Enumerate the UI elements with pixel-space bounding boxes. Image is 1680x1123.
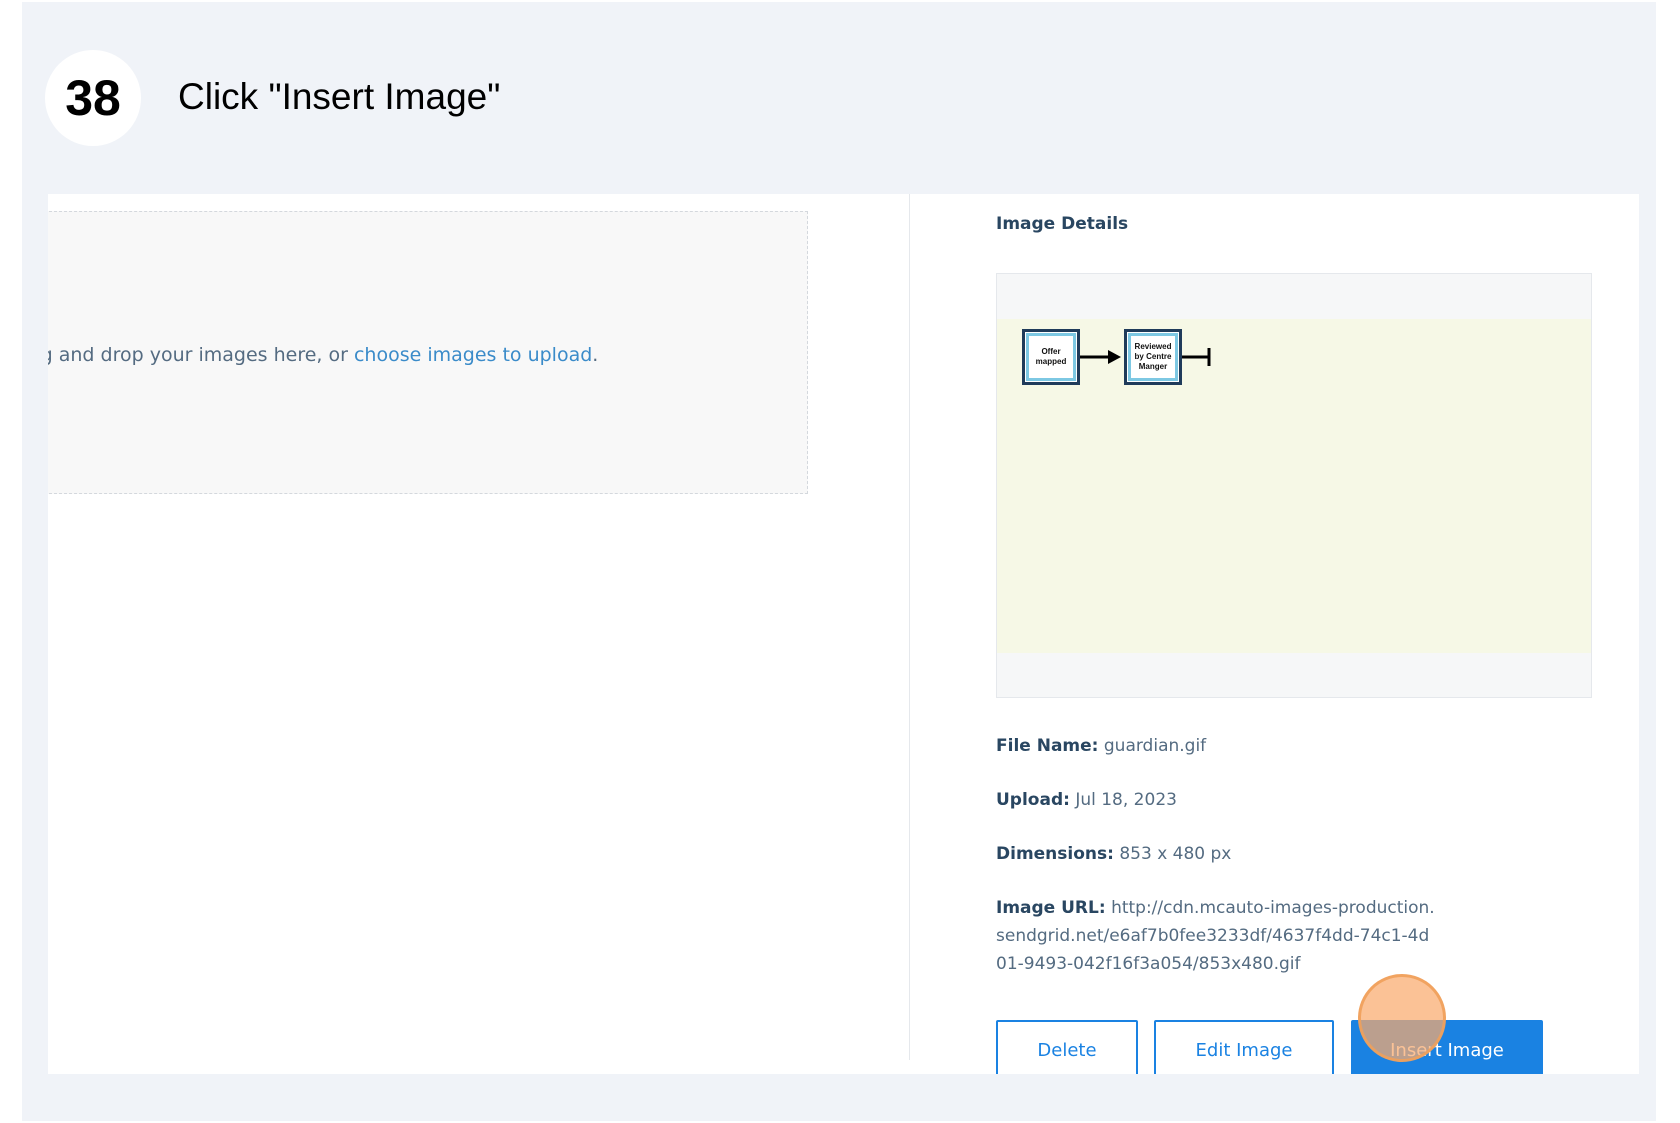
image-url-row: Image URL: http://cdn.mcauto-images-prod… (996, 894, 1436, 978)
edit-image-button[interactable]: Edit Image (1154, 1020, 1334, 1074)
flow-node-offer-mapped: Offer mapped (1022, 329, 1080, 385)
upload-dropzone[interactable]: ag and drop your images here, or choose … (48, 211, 808, 494)
flow-node-reviewed: Reviewed by Centre Manger (1124, 329, 1182, 385)
flow-end-connector-icon (1182, 348, 1211, 366)
upload-date-row: Upload: Jul 18, 2023 (996, 790, 1177, 810)
file-name-label: File Name: (996, 736, 1099, 756)
image-details-title: Image Details (996, 214, 1129, 234)
dropzone-text: ag and drop your images here, or choose … (48, 344, 598, 366)
upload-label: Upload: (996, 790, 1070, 810)
choose-images-link[interactable]: choose images to upload (354, 344, 592, 366)
flow-arrow-icon (1080, 350, 1121, 364)
insert-image-button[interactable]: Insert Image (1351, 1020, 1543, 1074)
dimensions-value: 853 x 480 px (1119, 844, 1232, 864)
dimensions-row: Dimensions: 853 x 480 px (996, 844, 1231, 864)
image-manager-screen: ag and drop your images here, or choose … (48, 194, 1639, 1074)
panel-divider (909, 194, 910, 1060)
preview-image: Offer mapped Reviewed by Centre Manger (997, 319, 1591, 653)
dropzone-period: . (592, 344, 599, 366)
image-url-label: Image URL: (996, 898, 1106, 918)
image-preview: Offer mapped Reviewed by Centre Manger (996, 273, 1592, 698)
delete-button[interactable]: Delete (996, 1020, 1138, 1074)
upload-date-value: Jul 18, 2023 (1075, 790, 1177, 810)
dropzone-instruction: ag and drop your images here, or (48, 344, 354, 366)
file-name-value: guardian.gif (1103, 736, 1207, 756)
dimensions-label: Dimensions: (996, 844, 1114, 864)
file-name-row: File Name: guardian.gif (996, 736, 1206, 756)
step-instruction: Click "Insert Image" (178, 76, 501, 117)
step-number-badge: 38 (45, 50, 141, 146)
